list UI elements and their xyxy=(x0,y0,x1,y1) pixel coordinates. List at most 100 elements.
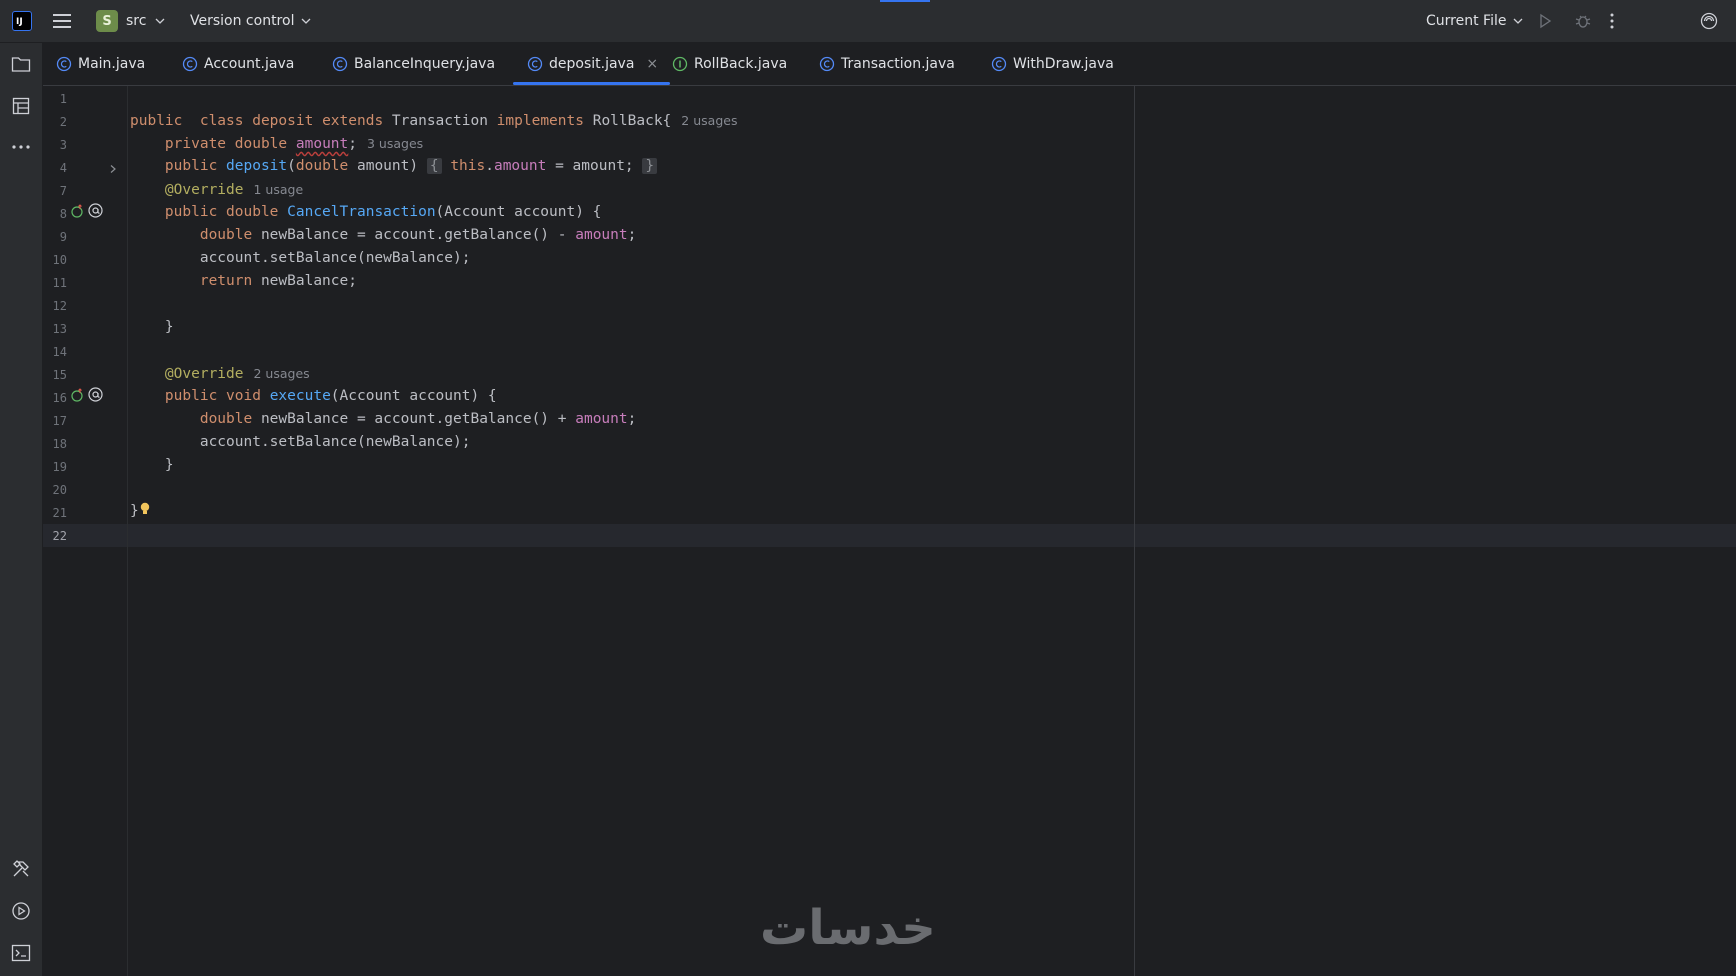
chevron-down-icon xyxy=(302,18,311,24)
right-margin-guide xyxy=(1134,86,1135,976)
override-marker[interactable] xyxy=(71,388,85,402)
code-line-3: private double amount; 3 usages xyxy=(130,132,423,156)
code-token: (Account account) { xyxy=(435,204,602,220)
code-line-11: return newBalance; xyxy=(130,270,357,293)
tab-rollback-java[interactable]: RollBack.java xyxy=(672,43,787,85)
line-number: 21 xyxy=(52,506,67,520)
line-number: 15 xyxy=(52,368,67,382)
terminal-tool-button[interactable] xyxy=(9,941,33,965)
code-token: public void xyxy=(130,388,270,404)
code-token: execute xyxy=(269,388,331,404)
code-token: amount) xyxy=(348,158,427,174)
code-token: public double xyxy=(130,204,288,220)
folded-brace[interactable]: { xyxy=(426,158,442,174)
code-token: amount xyxy=(575,411,628,427)
tab-account-java[interactable]: Account.java xyxy=(182,43,294,85)
more-horizontal-icon xyxy=(12,145,30,149)
terminal-icon xyxy=(11,944,31,962)
chevron-right-icon xyxy=(110,165,116,173)
usages-hint[interactable]: 2 usages xyxy=(254,366,310,381)
class-icon xyxy=(991,56,1007,72)
debug-button[interactable] xyxy=(1574,0,1592,42)
usages-hint[interactable]: 2 usages xyxy=(681,113,737,128)
tab-withdraw-java[interactable]: WithDraw.java xyxy=(991,43,1114,85)
line-number: 11 xyxy=(52,276,67,290)
play-icon xyxy=(1540,13,1552,29)
run-configuration-selector[interactable]: Current File xyxy=(1426,0,1524,42)
code-token: extends xyxy=(322,113,384,129)
code-line-13: } xyxy=(130,319,174,335)
folder-icon xyxy=(11,57,31,72)
run-tool-button[interactable] xyxy=(9,899,33,923)
build-tool-button[interactable] xyxy=(9,857,33,881)
code-token: } xyxy=(130,503,139,519)
chevron-down-icon xyxy=(155,18,165,24)
code-token: newBalance = account.getBalance() - xyxy=(252,227,576,243)
more-vertical-icon xyxy=(1610,13,1614,29)
chevron-down-icon xyxy=(1514,18,1523,24)
main-menu-button[interactable] xyxy=(50,0,74,42)
fold-toggle[interactable] xyxy=(108,164,118,174)
line-number: 18 xyxy=(52,437,67,451)
tab-deposit-java[interactable]: deposit.java × xyxy=(513,43,671,85)
more-actions-button[interactable] xyxy=(1609,0,1615,42)
ai-assistant-icon xyxy=(1700,12,1718,30)
tab-main-java[interactable]: Main.java xyxy=(56,43,145,85)
annotation-marker[interactable] xyxy=(88,387,103,402)
usages-hint[interactable]: 1 usage xyxy=(254,182,304,197)
project-name: src xyxy=(126,13,147,29)
code-line-16: public void execute(Account account) { xyxy=(130,385,497,408)
code-line-7: @Override 1 usage xyxy=(130,178,303,202)
code-token: (Account account) { xyxy=(330,388,497,404)
interface-icon xyxy=(672,56,688,72)
code-token: ; xyxy=(627,411,637,427)
tab-label: RollBack.java xyxy=(694,56,788,72)
line-number: 14 xyxy=(52,345,67,359)
more-tools-button[interactable] xyxy=(9,135,33,159)
tab-label: BalanceInquery.java xyxy=(354,56,496,72)
code-token: . xyxy=(485,158,494,174)
code-line-9: double newBalance = account.getBalance()… xyxy=(130,224,637,247)
line-number: 1 xyxy=(59,92,67,106)
run-config-label: Current File xyxy=(1426,13,1507,29)
code-token: RollBack{ xyxy=(583,113,672,129)
code-token: newBalance; xyxy=(252,273,357,289)
code-token: CancelTransaction xyxy=(287,204,436,220)
class-icon xyxy=(182,56,198,72)
version-control-menu[interactable]: Version control xyxy=(190,0,312,42)
run-button[interactable] xyxy=(1537,0,1553,42)
editor-gutter[interactable]: 1 2 3 4 7 8 9 10 11 12 13 14 15 16 17 18… xyxy=(43,86,128,976)
code-token: implements xyxy=(496,113,584,129)
code-token: newBalance = account.getBalance() + xyxy=(252,411,576,427)
annotation-marker[interactable] xyxy=(88,203,103,218)
code-line-8: public double CancelTransaction(Account … xyxy=(130,201,602,224)
code-line-10: account.setBalance(newBalance); xyxy=(130,250,471,266)
code-token: Transaction xyxy=(383,113,497,129)
code-token: double xyxy=(130,227,253,243)
close-icon[interactable]: × xyxy=(646,56,658,72)
line-number: 4 xyxy=(59,161,67,175)
progress-indicator xyxy=(880,0,930,2)
code-line-19: } xyxy=(130,457,174,473)
ai-assistant-button[interactable] xyxy=(1700,0,1718,42)
structure-icon xyxy=(12,97,30,115)
override-marker[interactable] xyxy=(71,204,85,218)
project-switcher[interactable]: S src xyxy=(96,0,166,42)
code-token: ; xyxy=(627,227,637,243)
tab-label: deposit.java xyxy=(549,56,635,72)
structure-tool-button[interactable] xyxy=(9,94,33,118)
code-token: = amount; xyxy=(546,158,643,174)
code-token: public xyxy=(130,158,227,174)
lightbulb-icon[interactable] xyxy=(139,502,151,516)
tab-transaction-java[interactable]: Transaction.java xyxy=(819,43,955,85)
run-circle-icon xyxy=(12,902,30,920)
line-number: 9 xyxy=(59,230,67,244)
project-tool-button[interactable] xyxy=(9,52,33,76)
tab-balanceinquery-java[interactable]: BalanceInquery.java xyxy=(332,43,495,85)
bug-icon xyxy=(1575,15,1591,28)
folded-brace[interactable]: } xyxy=(642,158,658,174)
usages-hint[interactable]: 3 usages xyxy=(367,136,423,151)
hamburger-icon xyxy=(53,14,71,28)
app-logo[interactable]: IJ xyxy=(12,11,32,31)
code-editor[interactable]: 1 2 3 4 7 8 9 10 11 12 13 14 15 16 17 18… xyxy=(43,86,1736,976)
